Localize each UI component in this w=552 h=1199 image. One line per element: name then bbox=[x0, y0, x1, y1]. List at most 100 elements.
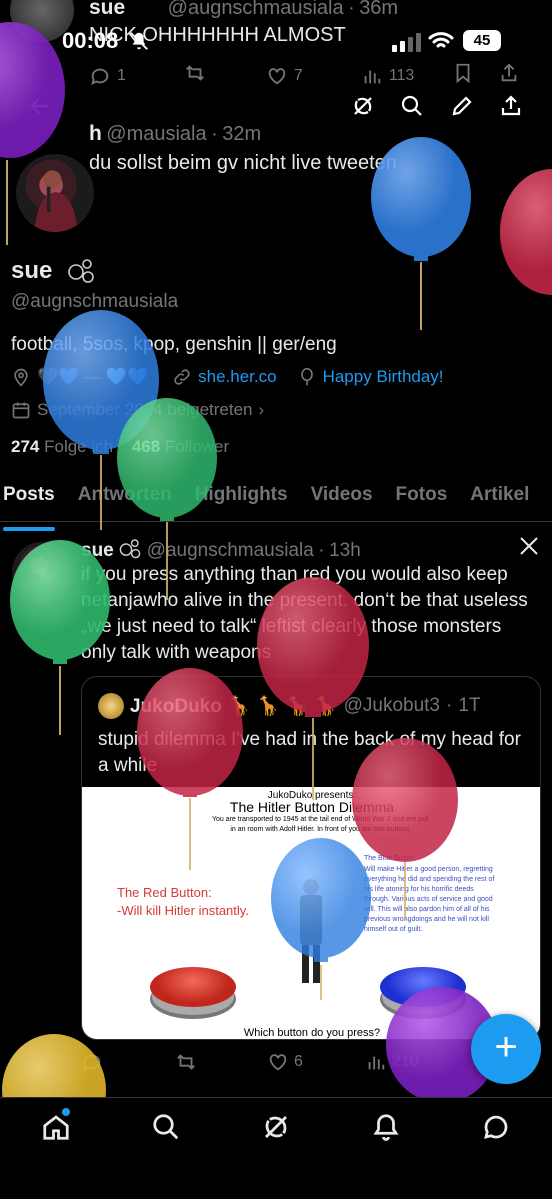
quote-text: stupid dilemma I've had in the back of m… bbox=[98, 729, 521, 776]
followers-label: Follower bbox=[164, 437, 230, 456]
blue-button-text: Will make Hitler a good person, regretti… bbox=[364, 866, 495, 933]
messages-icon[interactable] bbox=[481, 1112, 511, 1142]
retweet-icon bbox=[186, 65, 204, 81]
profile-joined: September 2024 beigetreten bbox=[37, 400, 253, 419]
bookmark-button[interactable] bbox=[452, 62, 474, 89]
like-button[interactable]: 6 bbox=[267, 1051, 303, 1073]
meme-title: The Hitler Button Dilemma bbox=[229, 799, 395, 815]
share-icon[interactable] bbox=[499, 94, 523, 118]
tweet-author-handle[interactable]: @augnschmausiala bbox=[168, 0, 344, 19]
search-icon[interactable] bbox=[151, 1112, 181, 1142]
meme-intro: You are transported to 1945 at the tail … bbox=[211, 816, 429, 833]
avatar[interactable] bbox=[12, 542, 72, 602]
notification-dot bbox=[62, 1108, 70, 1116]
tab-articles[interactable]: Artikel bbox=[470, 476, 529, 521]
search-icon[interactable] bbox=[400, 94, 424, 118]
views-icon bbox=[368, 1056, 385, 1070]
tweet-author-name[interactable]: sue bbox=[81, 540, 114, 561]
tweet-author-handle[interactable]: @augnschmausiala bbox=[147, 540, 314, 561]
view-count: 113 bbox=[388, 66, 415, 84]
meme-image[interactable]: JukoDuko presents: The Hitler Button Dil… bbox=[82, 787, 540, 1039]
reply-icon bbox=[91, 68, 109, 85]
red-button-image bbox=[150, 967, 236, 1007]
tweet-text: du sollst beim gv nicht live tweeten bbox=[89, 152, 397, 174]
bubbles-icon bbox=[68, 259, 94, 283]
profile-avatar[interactable] bbox=[12, 150, 98, 236]
like-count: 7 bbox=[293, 66, 303, 84]
quote-time: 1T bbox=[458, 695, 481, 716]
profile-bio: football, 5sos, kpop, genshin || ger/eng bbox=[11, 334, 337, 355]
tab-photos[interactable]: Fotos bbox=[396, 476, 448, 521]
profile-tabs: Posts Antworten Highlights Videos Fotos … bbox=[0, 476, 552, 531]
like-button[interactable]: 7 bbox=[266, 65, 303, 87]
tab-highlights[interactable]: Highlights bbox=[195, 476, 288, 521]
quoted-tweet[interactable]: JukoDuko 🦒 🦒 🦒 🦒 @Jukobut3 · 1T stupid d… bbox=[81, 676, 541, 1040]
heart-icon bbox=[269, 1054, 287, 1071]
calendar-icon bbox=[12, 402, 30, 419]
follow-stats: 274 Folge ich 468 Follower bbox=[11, 437, 229, 457]
grok-icon[interactable] bbox=[261, 1112, 291, 1142]
tweet-author-handle[interactable]: @mausiala bbox=[106, 123, 206, 145]
views-icon bbox=[364, 70, 381, 83]
avatar-photo-icon bbox=[34, 170, 78, 232]
status-time: 00:08 bbox=[62, 28, 119, 53]
tweet-time: 36m bbox=[359, 0, 399, 19]
grok-icon[interactable] bbox=[351, 94, 375, 118]
battery-indicator: 45 bbox=[463, 30, 501, 51]
bottom-navigation bbox=[0, 1097, 552, 1199]
hitler-figure-icon bbox=[300, 879, 322, 983]
tweet-time: 32m bbox=[222, 123, 262, 145]
retweet-button[interactable] bbox=[184, 62, 206, 89]
share-button[interactable] bbox=[498, 62, 520, 89]
reply-button[interactable]: 1 bbox=[89, 65, 126, 87]
status-bar: 00:08 45 bbox=[0, 22, 552, 62]
bell-icon[interactable] bbox=[371, 1112, 401, 1142]
back-arrow-icon[interactable] bbox=[28, 94, 52, 118]
signal-icon bbox=[392, 33, 421, 52]
followers-link[interactable]: 468 Follower bbox=[132, 437, 229, 456]
tweet-text: if you press anything than red you would… bbox=[81, 564, 528, 663]
mute-bell-icon bbox=[130, 32, 148, 50]
tab-videos[interactable]: Videos bbox=[311, 476, 373, 521]
tweet-author-name[interactable]: h bbox=[89, 122, 102, 145]
view-count: 210 bbox=[391, 1053, 419, 1070]
views-button[interactable]: 210 bbox=[365, 1051, 419, 1073]
reply-count: 1 bbox=[117, 66, 126, 84]
profile-link[interactable]: she.her.co bbox=[198, 367, 276, 387]
tweet-time: 13h bbox=[329, 540, 361, 561]
blue-button-title: The Blue Button: bbox=[364, 855, 417, 862]
red-button-text: -Will kill Hitler instantly. bbox=[117, 903, 249, 918]
chevron-right-icon[interactable]: › bbox=[259, 400, 265, 420]
reply-icon[interactable] bbox=[81, 1051, 103, 1073]
tweet-author-name[interactable]: sue bbox=[89, 0, 125, 19]
x-logo-icon bbox=[520, 537, 538, 555]
followers-count: 468 bbox=[131, 437, 161, 456]
compose-button[interactable]: + bbox=[471, 1014, 541, 1084]
share-icon bbox=[501, 63, 517, 82]
quote-author-handle[interactable]: @Jukobut3 bbox=[344, 695, 440, 717]
bubbles-icon bbox=[119, 539, 141, 559]
tab-posts[interactable]: Posts bbox=[3, 476, 55, 531]
plus-icon: + bbox=[494, 1025, 518, 1069]
balloon-icon bbox=[300, 367, 313, 386]
views-button[interactable]: 113 bbox=[361, 65, 415, 87]
wifi-icon bbox=[428, 32, 454, 48]
following-link[interactable]: 274 Folge ich bbox=[11, 437, 113, 456]
bookmark-icon bbox=[456, 63, 470, 84]
blue-button-image bbox=[380, 967, 466, 1007]
avatar bbox=[98, 693, 124, 719]
red-button-title: The Red Button: bbox=[117, 885, 212, 900]
location-pin-icon bbox=[14, 368, 28, 387]
profile-handle: @augnschmausiala bbox=[11, 291, 179, 312]
retweet-icon[interactable] bbox=[175, 1051, 197, 1073]
profile-birthday[interactable]: Happy Birthday! bbox=[323, 367, 444, 387]
following-count: 274 bbox=[11, 437, 40, 456]
tab-replies[interactable]: Antworten bbox=[78, 476, 172, 521]
profile-display-name: sue bbox=[11, 257, 53, 284]
link-icon bbox=[174, 369, 190, 385]
edit-icon[interactable] bbox=[450, 94, 474, 118]
heart-icon bbox=[268, 67, 286, 84]
home-icon[interactable] bbox=[41, 1112, 71, 1142]
quote-author-name[interactable]: JukoDuko 🦒 🦒 🦒 🦒 bbox=[130, 694, 338, 718]
profile-location: 🖤💙 — 🩵💙 bbox=[37, 367, 149, 386]
